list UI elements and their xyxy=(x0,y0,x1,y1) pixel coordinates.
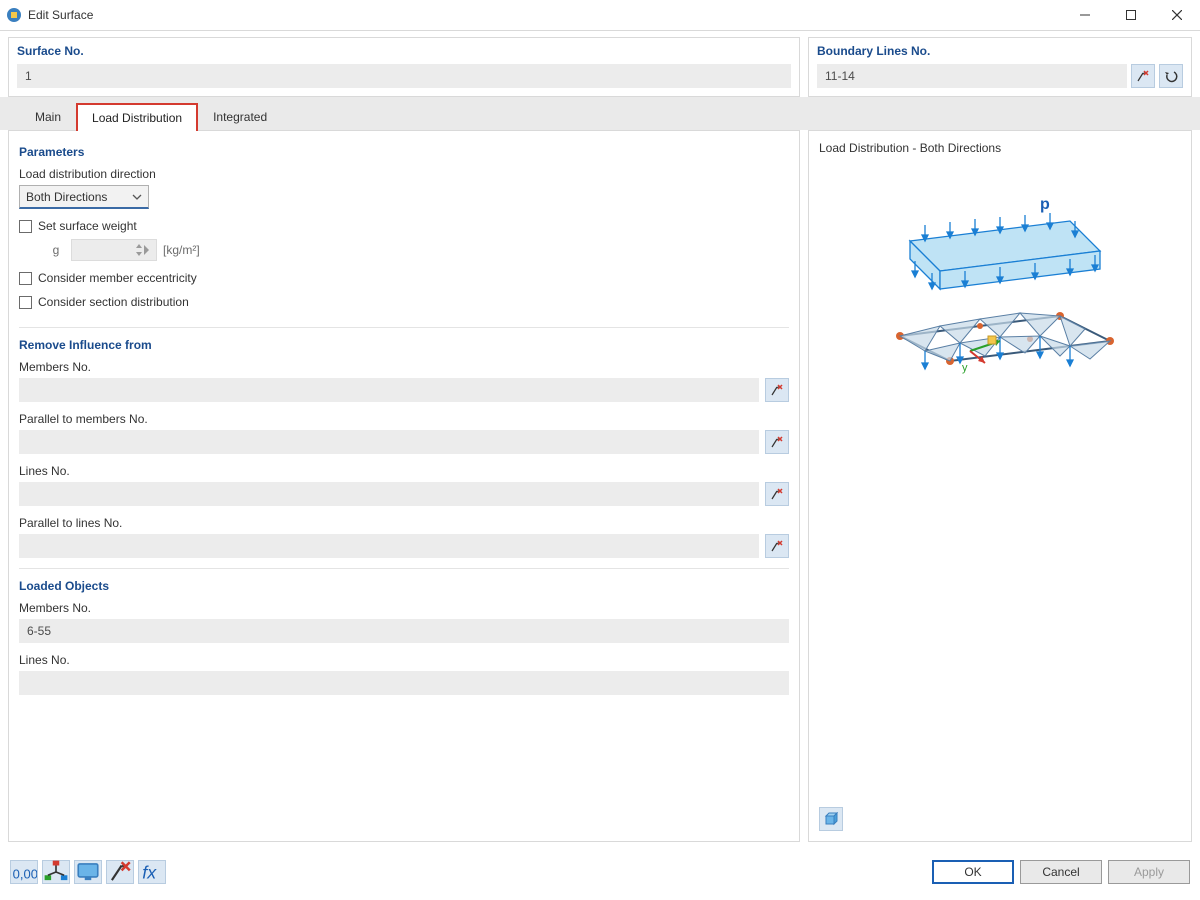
preview-p-label: p xyxy=(1040,196,1050,213)
consider-member-ecc-checkbox[interactable] xyxy=(19,272,32,285)
boundary-lines-panel: Boundary Lines No. 11-14 xyxy=(808,37,1192,97)
surface-no-field[interactable]: 1 xyxy=(17,64,791,88)
direction-value: Both Directions xyxy=(26,190,107,204)
remove-parallel-members-pick-button[interactable] xyxy=(765,430,789,454)
window-title: Edit Surface xyxy=(28,8,1062,22)
svg-text:fx: fx xyxy=(142,863,157,883)
preview-panel: Load Distribution - Both Directions p xyxy=(808,130,1192,842)
parameters-title: Parameters xyxy=(19,145,789,159)
remove-parallel-members-label: Parallel to members No. xyxy=(19,412,789,426)
undo-button[interactable] xyxy=(1159,64,1183,88)
svg-text:0,00: 0,00 xyxy=(13,867,37,882)
left-panel: Parameters Load distribution direction B… xyxy=(8,130,800,842)
view-3d-button[interactable] xyxy=(819,807,843,831)
loaded-objects-title: Loaded Objects xyxy=(19,579,789,593)
app-icon xyxy=(6,7,22,23)
pick-node-button[interactable] xyxy=(106,860,134,884)
spinner-arrow-icon xyxy=(144,245,150,255)
remove-parallel-members-field[interactable] xyxy=(19,430,759,454)
remove-influence-title: Remove Influence from xyxy=(19,338,789,352)
tab-load-distribution[interactable]: Load Distribution xyxy=(76,103,198,131)
consider-section-dist-checkbox[interactable] xyxy=(19,296,32,309)
loaded-lines-label: Lines No. xyxy=(19,653,789,667)
preview-y-label: y xyxy=(962,362,968,374)
preview-illustration: p xyxy=(809,191,1191,411)
apply-button[interactable]: Apply xyxy=(1108,860,1190,884)
direction-label: Load distribution direction xyxy=(19,167,789,181)
preview-title: Load Distribution - Both Directions xyxy=(819,141,1181,155)
loaded-members-field[interactable]: 6-55 xyxy=(19,619,789,643)
hierarchy-button[interactable] xyxy=(42,860,70,884)
weight-spinner xyxy=(71,239,157,261)
close-button[interactable] xyxy=(1154,0,1200,30)
set-surface-weight-label: Set surface weight xyxy=(38,219,137,233)
weight-unit: [kg/m²] xyxy=(163,243,200,257)
footer: 0,00 fx OK Cancel Apply xyxy=(0,850,1200,894)
maximize-button[interactable] xyxy=(1108,0,1154,30)
weight-symbol: g xyxy=(47,243,65,257)
cancel-button[interactable]: Cancel xyxy=(1020,860,1102,884)
tab-main[interactable]: Main xyxy=(20,102,76,130)
remove-parallel-lines-pick-button[interactable] xyxy=(765,534,789,558)
spinner-updown-icon xyxy=(135,243,143,257)
tab-strip: Main Load Distribution Integrated xyxy=(0,97,1200,130)
remove-lines-label: Lines No. xyxy=(19,464,789,478)
loaded-lines-field[interactable] xyxy=(19,671,789,695)
remove-members-label: Members No. xyxy=(19,360,789,374)
tab-integrated[interactable]: Integrated xyxy=(198,102,282,130)
pick-clear-button[interactable] xyxy=(1131,64,1155,88)
set-surface-weight-checkbox[interactable] xyxy=(19,220,32,233)
direction-select[interactable]: Both Directions xyxy=(19,185,149,209)
ok-button[interactable]: OK xyxy=(932,860,1014,884)
remove-parallel-lines-label: Parallel to lines No. xyxy=(19,516,789,530)
remove-lines-pick-button[interactable] xyxy=(765,482,789,506)
titlebar: Edit Surface xyxy=(0,0,1200,31)
function-button[interactable]: fx xyxy=(138,860,166,884)
units-button[interactable]: 0,00 xyxy=(10,860,38,884)
remove-lines-field[interactable] xyxy=(19,482,759,506)
minimize-button[interactable] xyxy=(1062,0,1108,30)
consider-section-dist-label: Consider section distribution xyxy=(38,295,189,309)
loaded-members-label: Members No. xyxy=(19,601,789,615)
boundary-lines-field[interactable]: 11-14 xyxy=(817,64,1127,88)
surface-no-panel: Surface No. 1 xyxy=(8,37,800,97)
boundary-lines-label: Boundary Lines No. xyxy=(817,44,1183,58)
surface-no-label: Surface No. xyxy=(17,44,791,58)
remove-members-field[interactable] xyxy=(19,378,759,402)
display-button[interactable] xyxy=(74,860,102,884)
chevron-down-icon xyxy=(132,192,142,202)
consider-member-ecc-label: Consider member eccentricity xyxy=(38,271,197,285)
remove-members-pick-button[interactable] xyxy=(765,378,789,402)
remove-parallel-lines-field[interactable] xyxy=(19,534,759,558)
